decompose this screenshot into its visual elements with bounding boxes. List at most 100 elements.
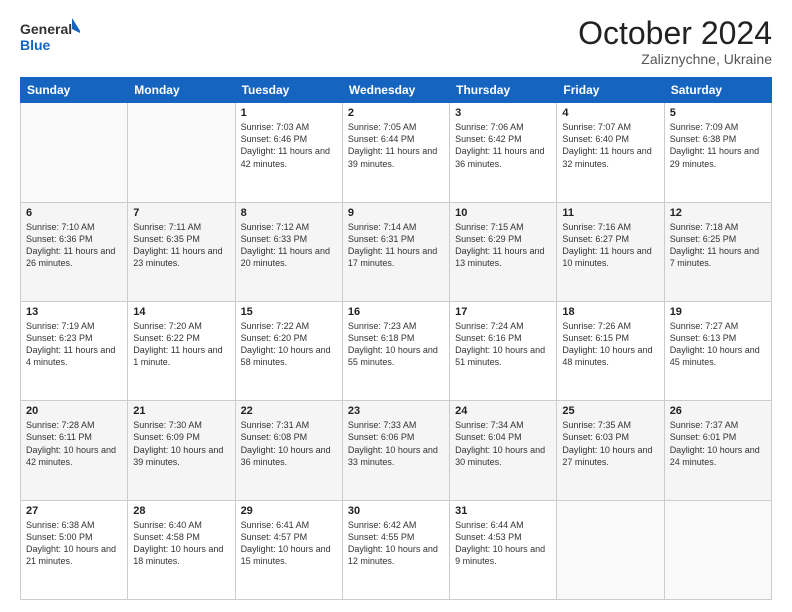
calendar-cell: 4 Sunrise: 7:07 AMSunset: 6:40 PMDaylight… (557, 103, 664, 202)
calendar-cell (664, 500, 771, 599)
day-number: 8 (241, 207, 337, 219)
day-info: Sunrise: 7:03 AMSunset: 6:46 PMDaylight:… (241, 122, 330, 168)
svg-text:General: General (20, 21, 72, 37)
day-number: 20 (26, 405, 122, 417)
day-info: Sunrise: 7:05 AMSunset: 6:44 PMDaylight:… (348, 122, 437, 168)
calendar-cell: 9 Sunrise: 7:14 AMSunset: 6:31 PMDaylight… (342, 202, 449, 301)
day-number: 6 (26, 207, 122, 219)
calendar-cell (557, 500, 664, 599)
day-number: 13 (26, 306, 122, 318)
day-number: 15 (241, 306, 337, 318)
day-info: Sunrise: 7:09 AMSunset: 6:38 PMDaylight:… (670, 122, 759, 168)
calendar-cell: 24 Sunrise: 7:34 AMSunset: 6:04 PMDayligh… (450, 401, 557, 500)
calendar-cell: 7 Sunrise: 7:11 AMSunset: 6:35 PMDaylight… (128, 202, 235, 301)
calendar-cell: 19Sunrise: 7:27 AMSunset: 6:13 PMDayligh… (664, 301, 771, 400)
day-info: Sunrise: 6:41 AMSunset: 4:57 PMDaylight:… (241, 520, 331, 566)
calendar-cell: 18Sunrise: 7:26 AMSunset: 6:15 PMDayligh… (557, 301, 664, 400)
day-info: Sunrise: 7:37 AMSunset: 6:01 PMDaylight:… (670, 420, 760, 466)
calendar-cell: 1 Sunrise: 7:03 AMSunset: 6:46 PMDaylight… (235, 103, 342, 202)
day-number: 4 (562, 107, 658, 119)
calendar-cell: 31Sunrise: 6:44 AMSunset: 4:53 PMDayligh… (450, 500, 557, 599)
weekday-header: Tuesday (235, 78, 342, 103)
day-info: Sunrise: 7:16 AMSunset: 6:27 PMDaylight:… (562, 222, 651, 268)
day-number: 16 (348, 306, 444, 318)
calendar-cell: 20Sunrise: 7:28 AMSunset: 6:11 PMDayligh… (21, 401, 128, 500)
day-info: Sunrise: 7:22 AMSunset: 6:20 PMDaylight:… (241, 321, 331, 367)
day-info: Sunrise: 6:42 AMSunset: 4:55 PMDaylight:… (348, 520, 438, 566)
day-info: Sunrise: 7:07 AMSunset: 6:40 PMDaylight:… (562, 122, 651, 168)
day-number: 24 (455, 405, 551, 417)
day-info: Sunrise: 7:20 AMSunset: 6:22 PMDaylight:… (133, 321, 222, 367)
day-number: 11 (562, 207, 658, 219)
day-number: 7 (133, 207, 229, 219)
day-number: 1 (241, 107, 337, 119)
calendar-cell: 16 Sunrise: 7:23 AMSunset: 6:18 PMDayligh… (342, 301, 449, 400)
calendar-cell (21, 103, 128, 202)
calendar-cell: 23Sunrise: 7:33 AMSunset: 6:06 PMDayligh… (342, 401, 449, 500)
day-info: Sunrise: 7:27 AMSunset: 6:13 PMDaylight:… (670, 321, 760, 367)
day-info: Sunrise: 7:19 AMSunset: 6:23 PMDaylight:… (26, 321, 115, 367)
calendar-cell: 25Sunrise: 7:35 AMSunset: 6:03 PMDayligh… (557, 401, 664, 500)
day-number: 14 (133, 306, 229, 318)
calendar-cell: 29 Sunrise: 6:41 AMSunset: 4:57 PMDayligh… (235, 500, 342, 599)
calendar-cell: 3 Sunrise: 7:06 AMSunset: 6:42 PMDaylight… (450, 103, 557, 202)
calendar-cell: 30 Sunrise: 6:42 AMSunset: 4:55 PMDayligh… (342, 500, 449, 599)
weekday-header: Wednesday (342, 78, 449, 103)
calendar-cell (128, 103, 235, 202)
page: General Blue October 2024 Zaliznychne, U… (0, 0, 792, 612)
day-number: 28 (133, 505, 229, 517)
day-number: 31 (455, 505, 551, 517)
title-block: October 2024 Zaliznychne, Ukraine (578, 16, 772, 67)
day-info: Sunrise: 7:31 AMSunset: 6:08 PMDaylight:… (241, 420, 331, 466)
calendar-cell: 26 Sunrise: 7:37 AMSunset: 6:01 PMDayligh… (664, 401, 771, 500)
day-info: Sunrise: 7:14 AMSunset: 6:31 PMDaylight:… (348, 222, 437, 268)
day-number: 5 (670, 107, 766, 119)
calendar-cell: 27Sunrise: 6:38 AMSunset: 5:00 PMDayligh… (21, 500, 128, 599)
day-number: 10 (455, 207, 551, 219)
header: General Blue October 2024 Zaliznychne, U… (20, 16, 772, 67)
day-number: 9 (348, 207, 444, 219)
day-info: Sunrise: 7:34 AMSunset: 6:04 PMDaylight:… (455, 420, 545, 466)
weekday-header: Sunday (21, 78, 128, 103)
weekday-header: Monday (128, 78, 235, 103)
calendar-cell: 28 Sunrise: 6:40 AMSunset: 4:58 PMDayligh… (128, 500, 235, 599)
calendar-cell: 6Sunrise: 7:10 AMSunset: 6:36 PMDaylight… (21, 202, 128, 301)
day-number: 12 (670, 207, 766, 219)
day-number: 3 (455, 107, 551, 119)
day-number: 30 (348, 505, 444, 517)
weekday-header: Thursday (450, 78, 557, 103)
day-number: 2 (348, 107, 444, 119)
day-info: Sunrise: 6:40 AMSunset: 4:58 PMDaylight:… (133, 520, 223, 566)
weekday-header: Saturday (664, 78, 771, 103)
day-info: Sunrise: 7:06 AMSunset: 6:42 PMDaylight:… (455, 122, 544, 168)
location: Zaliznychne, Ukraine (578, 51, 772, 67)
calendar-cell: 15 Sunrise: 7:22 AMSunset: 6:20 PMDayligh… (235, 301, 342, 400)
day-info: Sunrise: 7:23 AMSunset: 6:18 PMDaylight:… (348, 321, 438, 367)
day-info: Sunrise: 7:11 AMSunset: 6:35 PMDaylight:… (133, 222, 222, 268)
day-number: 21 (133, 405, 229, 417)
day-number: 29 (241, 505, 337, 517)
day-info: Sunrise: 7:18 AMSunset: 6:25 PMDaylight:… (670, 222, 759, 268)
day-info: Sunrise: 7:24 AMSunset: 6:16 PMDaylight:… (455, 321, 545, 367)
calendar-week-row: 13 Sunrise: 7:19 AMSunset: 6:23 PMDayligh… (21, 301, 772, 400)
calendar-cell: 8 Sunrise: 7:12 AMSunset: 6:33 PMDaylight… (235, 202, 342, 301)
svg-text:Blue: Blue (20, 37, 51, 53)
day-number: 25 (562, 405, 658, 417)
logo: General Blue (20, 16, 80, 56)
month-title: October 2024 (578, 16, 772, 51)
calendar-week-row: 27Sunrise: 6:38 AMSunset: 5:00 PMDayligh… (21, 500, 772, 599)
logo-svg: General Blue (20, 16, 80, 56)
calendar-cell: 22Sunrise: 7:31 AMSunset: 6:08 PMDayligh… (235, 401, 342, 500)
weekday-header-row: SundayMondayTuesdayWednesdayThursdayFrid… (21, 78, 772, 103)
day-number: 27 (26, 505, 122, 517)
calendar-cell: 13 Sunrise: 7:19 AMSunset: 6:23 PMDayligh… (21, 301, 128, 400)
day-info: Sunrise: 7:33 AMSunset: 6:06 PMDaylight:… (348, 420, 438, 466)
day-info: Sunrise: 7:30 AMSunset: 6:09 PMDaylight:… (133, 420, 223, 466)
calendar-cell: 12 Sunrise: 7:18 AMSunset: 6:25 PMDayligh… (664, 202, 771, 301)
calendar-week-row: 1 Sunrise: 7:03 AMSunset: 6:46 PMDaylight… (21, 103, 772, 202)
calendar-cell: 10Sunrise: 7:15 AMSunset: 6:29 PMDayligh… (450, 202, 557, 301)
calendar-cell: 11 Sunrise: 7:16 AMSunset: 6:27 PMDayligh… (557, 202, 664, 301)
calendar: SundayMondayTuesdayWednesdayThursdayFrid… (20, 77, 772, 600)
day-info: Sunrise: 7:12 AMSunset: 6:33 PMDaylight:… (241, 222, 330, 268)
day-number: 26 (670, 405, 766, 417)
